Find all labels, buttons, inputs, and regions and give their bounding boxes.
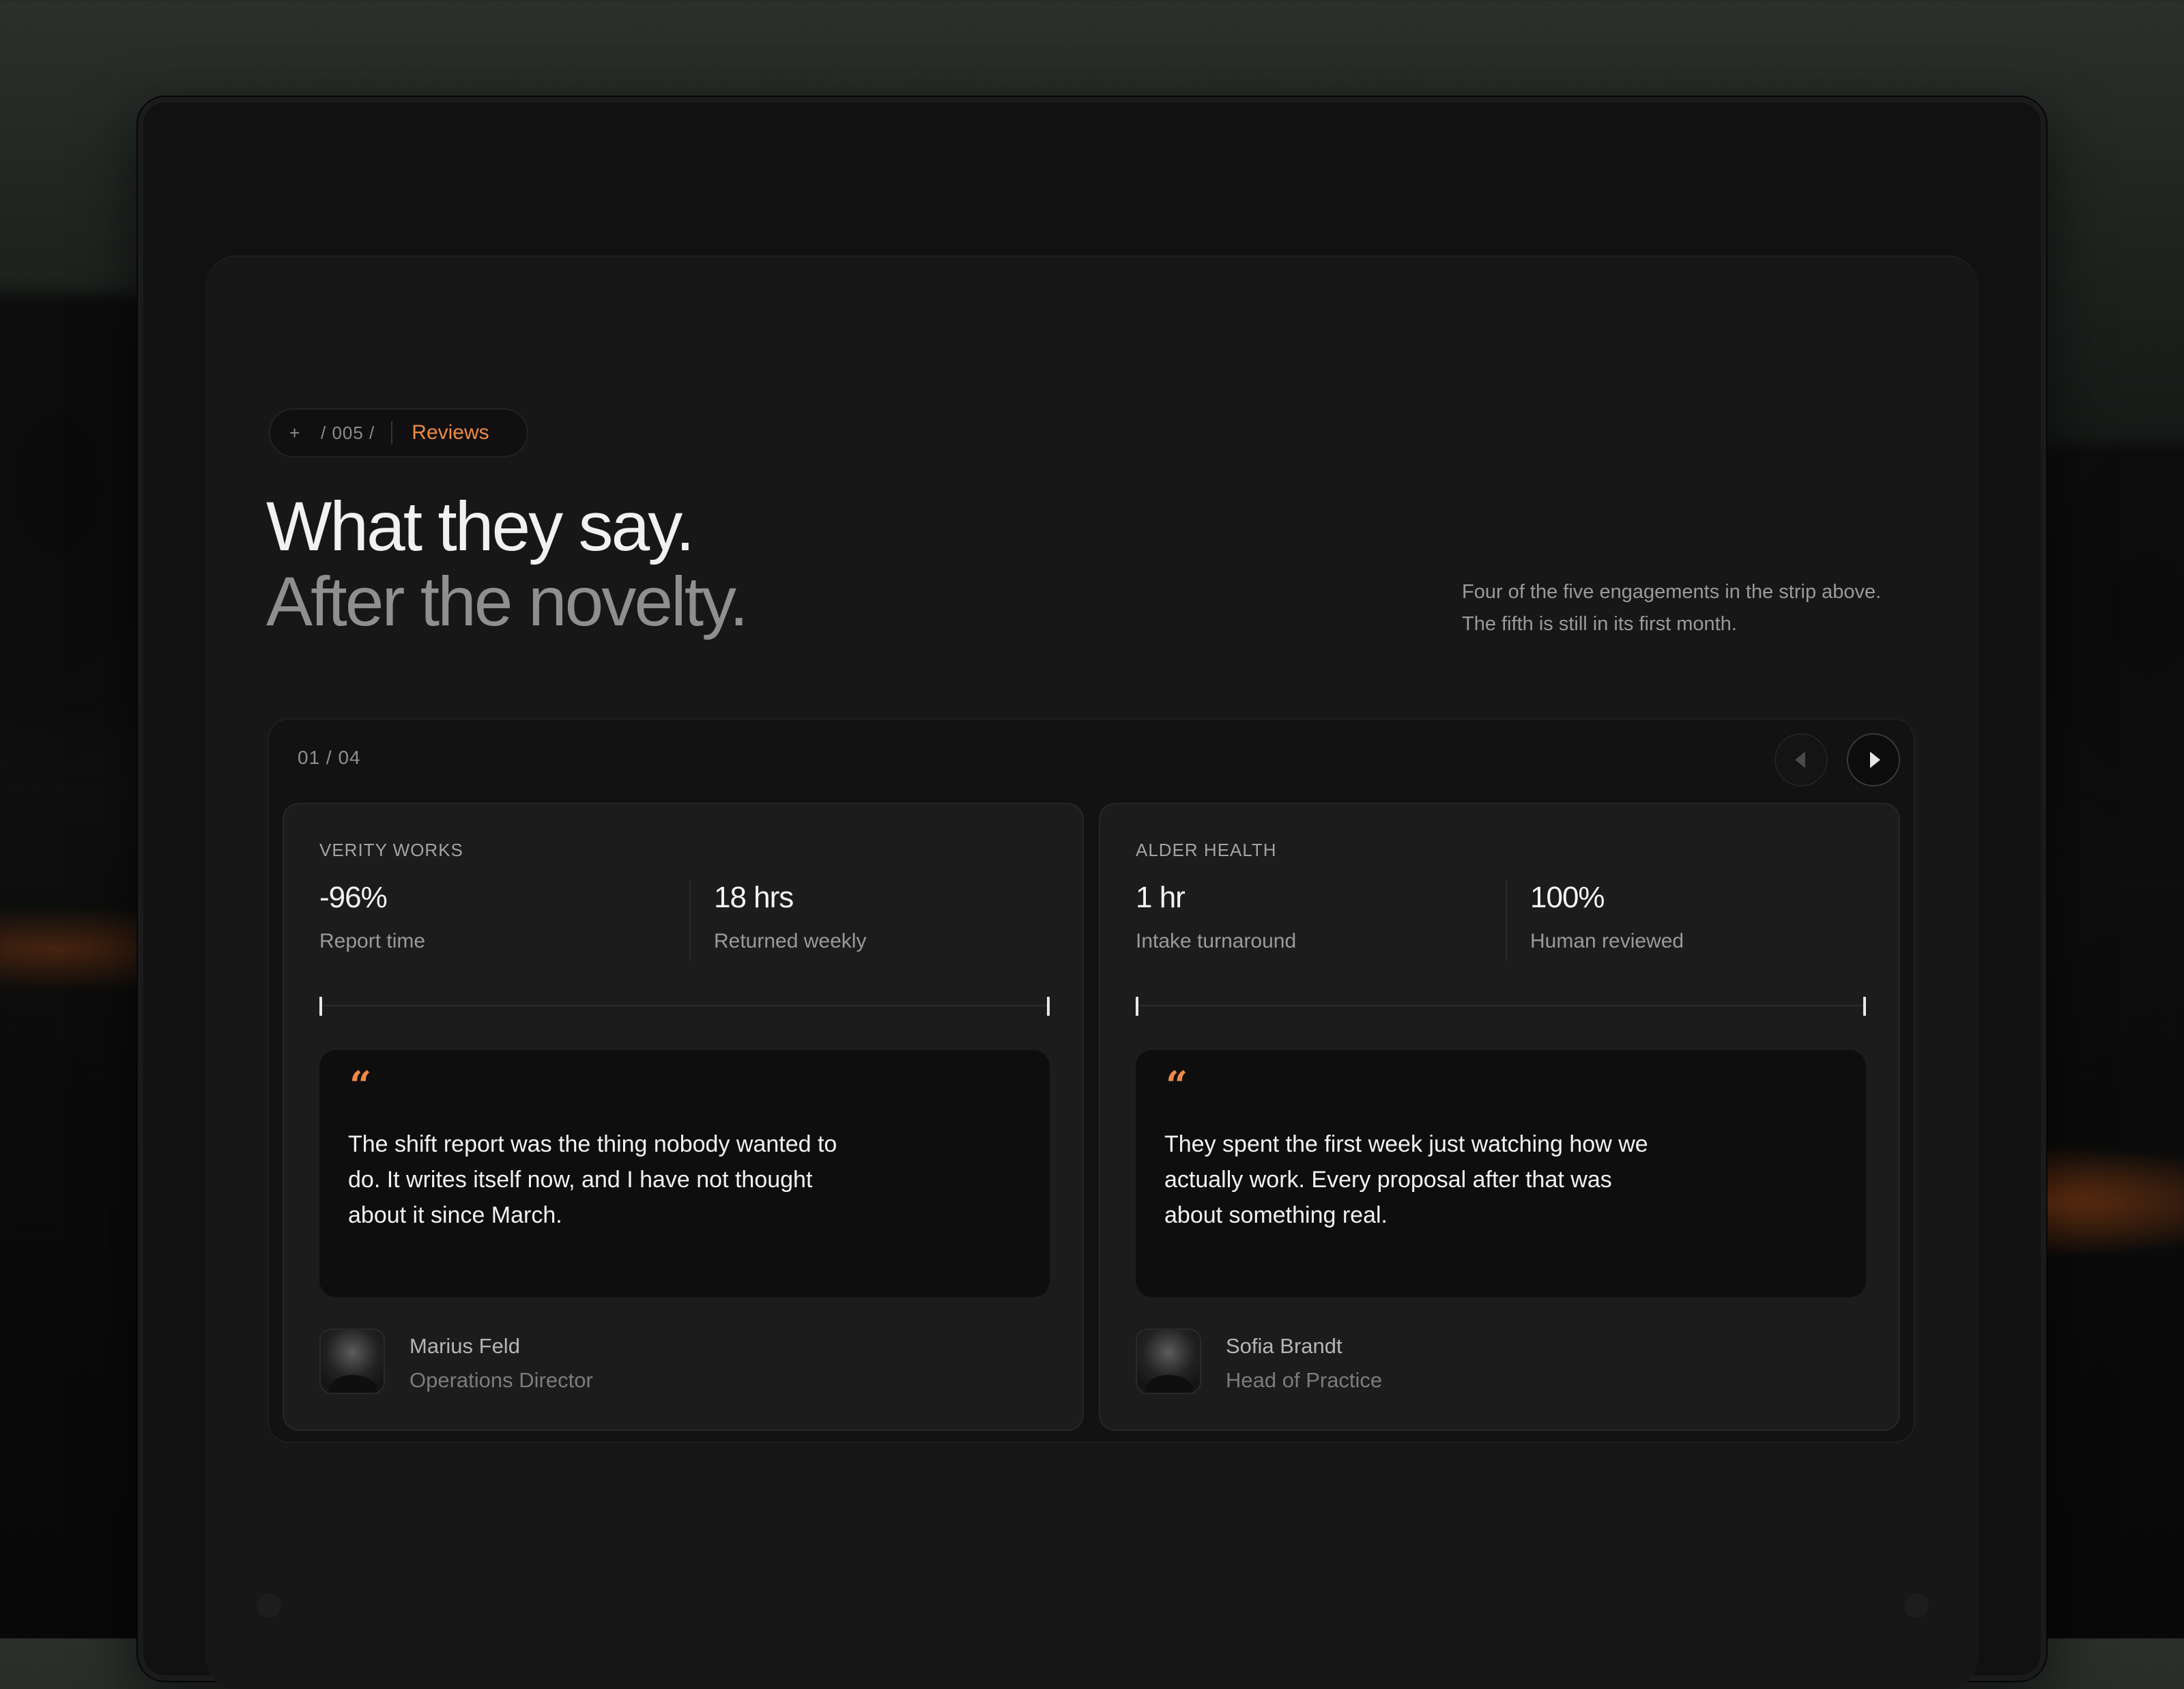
section-label: Reviews (412, 421, 489, 444)
metric-divider (1506, 881, 1507, 961)
intro-text: Four of the five engagements in the stri… (1462, 581, 1882, 635)
metric-value: 18 hrs (714, 881, 794, 914)
page-title: What they say. After the novelty. (266, 487, 749, 640)
title-line-1: What they say. (266, 487, 695, 565)
next-button[interactable] (1847, 733, 1900, 786)
metric-label: Returned weekly (714, 930, 867, 952)
section-index: / 005 / (321, 422, 375, 443)
quote-icon: “ (349, 1063, 372, 1108)
avatar (319, 1329, 385, 1394)
metric-label: Report time (319, 930, 426, 952)
corner-dot (1904, 1593, 1929, 1618)
previous-button[interactable] (1774, 733, 1828, 786)
metric-value: 1 hr (1136, 881, 1186, 914)
quote-box: “ They spent the first week just watchin… (1136, 1050, 1866, 1297)
review-card: VERITY WORKS -96% Report time 18 hrs Ret… (283, 803, 1084, 1431)
title-line-2: After the novelty. (266, 563, 749, 640)
chevron-left-icon (1794, 752, 1805, 768)
quote-text: They spent the first week just watching … (1164, 1131, 1648, 1228)
slide-counter: 01 / 04 (298, 747, 361, 768)
timeline-tick (1047, 997, 1050, 1016)
reviewer-role: Head of Practice (1226, 1368, 1383, 1392)
reviewer-name: Sofia Brandt (1226, 1334, 1342, 1358)
timeline-track (319, 1005, 1050, 1006)
metric-value: 100% (1530, 881, 1605, 914)
quote-text: The shift report was the thing nobody wa… (348, 1131, 837, 1228)
avatar (1136, 1329, 1201, 1394)
corner-dot (257, 1593, 281, 1618)
metric-value: -96% (319, 881, 388, 914)
metric-label: Intake turnaround (1136, 930, 1297, 952)
reviewer-role: Operations Director (410, 1368, 593, 1392)
quote-box: “ The shift report was the thing nobody … (319, 1050, 1050, 1297)
plus-icon: + (289, 422, 300, 443)
company-name: VERITY WORKS (319, 840, 463, 860)
timeline-track (1136, 1005, 1866, 1006)
section-tag: + / 005 / Reviews (269, 408, 528, 457)
review-card: ALDER HEALTH 1 hr Intake turnaround 100%… (1099, 803, 1900, 1431)
timeline-tick (1136, 997, 1138, 1016)
metric-label: Human reviewed (1530, 930, 1684, 952)
chevron-right-icon (1870, 752, 1880, 768)
reviewer-name: Marius Feld (410, 1334, 520, 1358)
company-name: ALDER HEALTH (1136, 840, 1277, 860)
quote-icon: “ (1166, 1063, 1188, 1108)
metric-divider (689, 881, 691, 961)
timeline-tick (319, 997, 322, 1016)
timeline-tick (1863, 997, 1866, 1016)
